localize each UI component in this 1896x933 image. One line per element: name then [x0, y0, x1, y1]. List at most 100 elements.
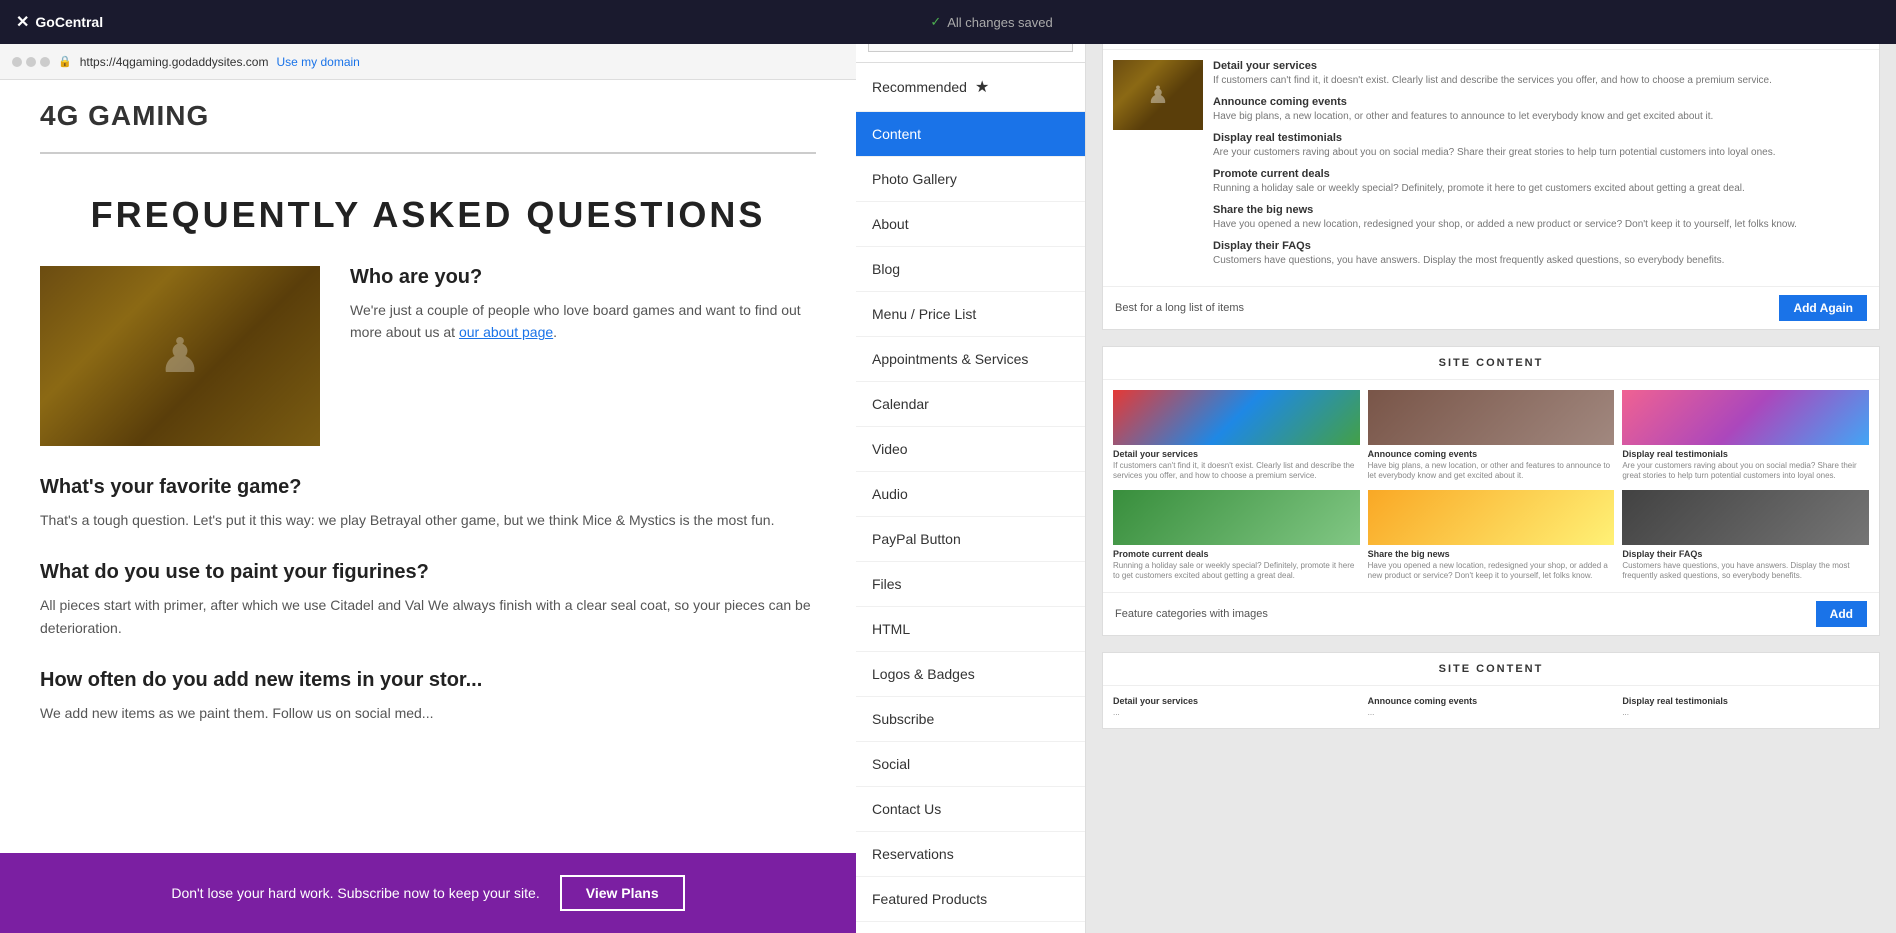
card3-desc-1: ...: [1113, 708, 1360, 718]
sidebar-item-label: Recommended: [872, 79, 967, 95]
about-link[interactable]: our about page: [459, 324, 553, 340]
card2-header: SITE CONTENT: [1103, 347, 1879, 380]
card2-thumb-5: [1368, 490, 1615, 545]
sidebar-item-menu-price-list[interactable]: Menu / Price List: [856, 292, 1085, 337]
card1-item-5: Share the big news Have you opened a new…: [1213, 204, 1869, 232]
sidebar-item-calendar[interactable]: Calendar: [856, 382, 1085, 427]
card2-desc-5: Have you opened a new location, redesign…: [1368, 561, 1615, 582]
card3-grid-item-1: Detail your services ...: [1113, 696, 1360, 718]
lock-icon: 🔒: [58, 55, 72, 68]
site-content-card-1: SITE CONTENT ♟ Detail your services If c…: [1102, 16, 1880, 330]
sidebar-item-video[interactable]: Video: [856, 427, 1085, 472]
card3-desc-2: ...: [1368, 708, 1615, 718]
right-panel: Recommended ★ Content Photo Gallery Abou…: [856, 0, 1896, 933]
card1-item-2-title: Announce coming events: [1213, 96, 1869, 108]
card3-grid-item-2: Announce coming events ...: [1368, 696, 1615, 718]
card2-label-1: Detail your services: [1113, 449, 1360, 459]
chess-piece-icon: ♟: [158, 328, 201, 384]
card2-desc-6: Customers have questions, you have answe…: [1622, 561, 1869, 582]
sidebar-item-label: PayPal Button: [872, 531, 961, 547]
sidebar-item-label: Reservations: [872, 846, 954, 862]
card3-label-3: Display real testimonials: [1622, 696, 1869, 706]
card2-thumb-3: [1622, 390, 1869, 445]
card1-item-4-title: Promote current deals: [1213, 168, 1869, 180]
card3-grid: Detail your services ... Announce coming…: [1103, 686, 1879, 728]
card2-desc-4: Running a holiday sale or weekly special…: [1113, 561, 1360, 582]
sidebar-item-about[interactable]: About: [856, 202, 1085, 247]
sidebar-item-label: Video: [872, 441, 908, 457]
close-icon[interactable]: ✕: [16, 12, 29, 32]
top-bar: ✕ GoCentral ✓ All changes saved: [0, 0, 1896, 44]
faq-image-1: ♟: [40, 266, 320, 446]
dot-yellow: [26, 57, 36, 67]
card1-item-1: Detail your services If customers can't …: [1213, 60, 1869, 88]
sidebar-item-label: Audio: [872, 486, 908, 502]
cards-area: SITE CONTENT ♟ Detail your services If c…: [1086, 0, 1896, 933]
save-status-text: All changes saved: [947, 15, 1053, 30]
bottom-banner: Don't lose your hard work. Subscribe now…: [0, 853, 856, 933]
card1-thumbnail: ♟: [1113, 60, 1203, 130]
faq-answer-3: All pieces start with primer, after whic…: [40, 594, 816, 639]
card2-grid: Detail your services If customers can't …: [1103, 380, 1879, 592]
card1-item-3-desc: Are your customers raving about you on s…: [1213, 146, 1869, 160]
sidebar-item-blog[interactable]: Blog: [856, 247, 1085, 292]
sidebar-item-content[interactable]: Content: [856, 112, 1085, 157]
add-button[interactable]: Add: [1816, 601, 1867, 627]
card2-thumb-6: [1622, 490, 1869, 545]
faq-item-2: What's your favorite game? That's a toug…: [40, 476, 816, 531]
sidebar-item-audio[interactable]: Audio: [856, 472, 1085, 517]
app-name: GoCentral: [35, 14, 103, 30]
traffic-lights: [12, 57, 50, 67]
card1-item-3-title: Display real testimonials: [1213, 132, 1869, 144]
card1-item-2-desc: Have big plans, a new location, or other…: [1213, 110, 1869, 124]
sidebar-item-subscribe[interactable]: Subscribe: [856, 697, 1085, 742]
url-bar: 🔒 https://4qgaming.godaddysites.com Use …: [0, 44, 856, 80]
main-content: 4G GAMING FREQUENTLY ASKED QUESTIONS ♟ W…: [0, 80, 856, 853]
card2-thumb-4: [1113, 490, 1360, 545]
card1-item-5-title: Share the big news: [1213, 204, 1869, 216]
current-url: https://4qgaming.godaddysites.com: [80, 55, 269, 69]
sidebar-item-label: HTML: [872, 621, 910, 637]
banner-text: Don't lose your hard work. Subscribe now…: [171, 885, 539, 901]
card1-item-6: Display their FAQs Customers have questi…: [1213, 240, 1869, 268]
use-domain-link[interactable]: Use my domain: [276, 55, 359, 69]
add-again-button[interactable]: Add Again: [1779, 295, 1867, 321]
card1-items: Detail your services If customers can't …: [1213, 60, 1869, 276]
sidebar-item-label: Menu / Price List: [872, 306, 976, 322]
sidebar-item-label: Contact Us: [872, 801, 941, 817]
sidebar-item-contact-us[interactable]: Contact Us: [856, 787, 1085, 832]
sidebar-item-recommended[interactable]: Recommended ★: [856, 63, 1085, 112]
sidebar: Recommended ★ Content Photo Gallery Abou…: [856, 0, 1086, 933]
card2-label-4: Promote current deals: [1113, 549, 1360, 559]
faq-text-4: How often do you add new items in your s…: [40, 669, 482, 724]
check-icon: ✓: [930, 14, 941, 30]
sidebar-item-paypal[interactable]: PayPal Button: [856, 517, 1085, 562]
site-title: 4G GAMING: [40, 100, 816, 132]
sidebar-item-appointments[interactable]: Appointments & Services: [856, 337, 1085, 382]
sidebar-item-html[interactable]: HTML: [856, 607, 1085, 652]
card3-desc-3: ...: [1622, 708, 1869, 718]
sidebar-item-featured-products[interactable]: Featured Products: [856, 877, 1085, 922]
card1-item-4: Promote current deals Running a holiday …: [1213, 168, 1869, 196]
sidebar-item-logos-badges[interactable]: Logos & Badges: [856, 652, 1085, 697]
view-plans-button[interactable]: View Plans: [560, 875, 685, 911]
faq-item-4: How often do you add new items in your s…: [40, 669, 816, 724]
card2-thumb-1: [1113, 390, 1360, 445]
sidebar-item-label: Blog: [872, 261, 900, 277]
card1-item-1-title: Detail your services: [1213, 60, 1869, 72]
card3-header: SITE CONTENT: [1103, 653, 1879, 686]
faq-answer-1: We're just a couple of people who love b…: [350, 299, 816, 344]
sidebar-item-reservations[interactable]: Reservations: [856, 832, 1085, 877]
card2-grid-item-5: Share the big news Have you opened a new…: [1368, 490, 1615, 582]
chess-background: ♟: [40, 266, 320, 446]
card1-item-3: Display real testimonials Are your custo…: [1213, 132, 1869, 160]
card2-label-2: Announce coming events: [1368, 449, 1615, 459]
sidebar-item-social[interactable]: Social: [856, 742, 1085, 787]
save-status: ✓ All changes saved: [930, 14, 1052, 30]
sidebar-item-files[interactable]: Files: [856, 562, 1085, 607]
faq-heading: FREQUENTLY ASKED QUESTIONS: [40, 194, 816, 236]
sidebar-item-photo-gallery[interactable]: Photo Gallery: [856, 157, 1085, 202]
app-logo: ✕ GoCentral: [16, 12, 103, 32]
card1-item-4-desc: Running a holiday sale or weekly special…: [1213, 182, 1869, 196]
site-content-card-3: SITE CONTENT Detail your services ... An…: [1102, 652, 1880, 729]
